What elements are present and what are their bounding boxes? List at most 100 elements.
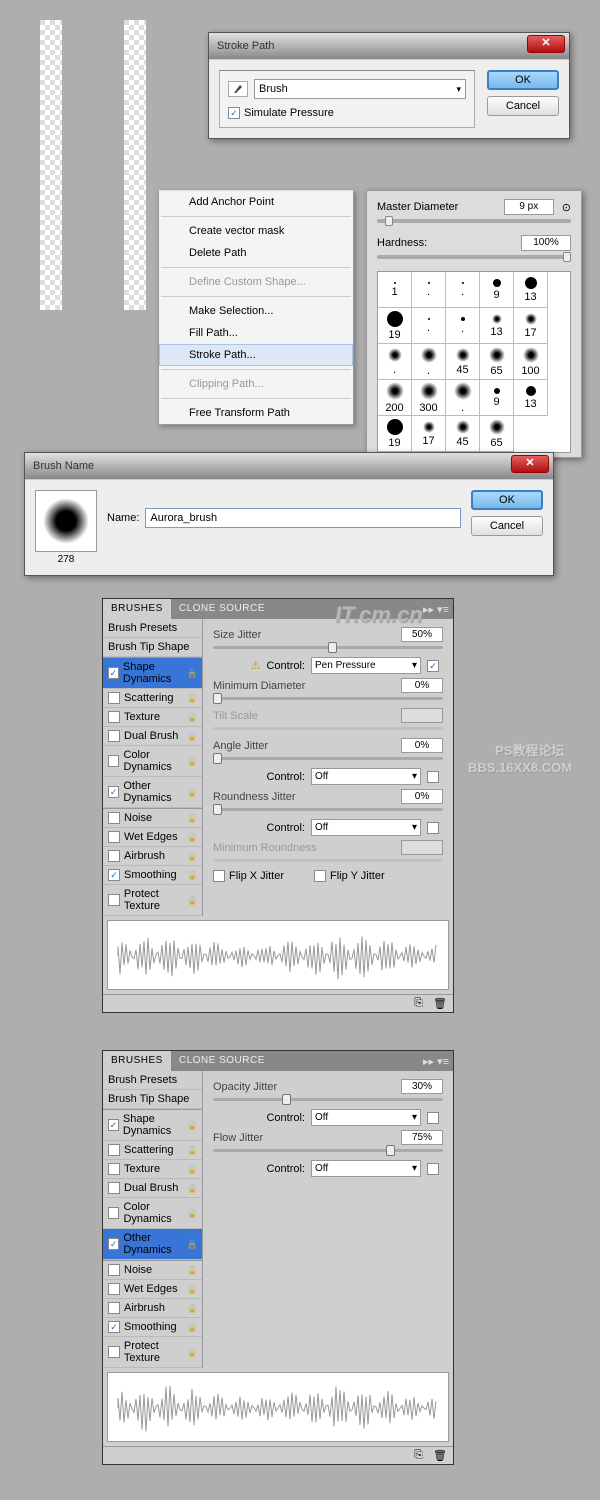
panel-menu-icon[interactable]: ▸▸ ▾≡ bbox=[423, 1055, 453, 1068]
roundness-jitter-input[interactable]: 0% bbox=[401, 789, 443, 804]
brush-option-texture[interactable]: Texture🔒 bbox=[103, 1160, 202, 1179]
brush-option-brush-presets[interactable]: Brush Presets bbox=[103, 1071, 202, 1090]
brush-preset-cell[interactable]: 13 bbox=[514, 380, 548, 416]
brush-option-brush-presets[interactable]: Brush Presets bbox=[103, 619, 202, 638]
cancel-button[interactable]: Cancel bbox=[487, 96, 559, 116]
angle-jitter-slider[interactable] bbox=[213, 757, 443, 760]
brush-option-wet-edges[interactable]: Wet Edges🔒 bbox=[103, 1280, 202, 1299]
brush-preset-cell[interactable]: 19 bbox=[378, 416, 412, 452]
brush-preset-cell[interactable]: 17 bbox=[412, 416, 446, 452]
trash-icon[interactable]: 🗑 bbox=[433, 997, 447, 1010]
close-icon[interactable]: ✕ bbox=[527, 35, 565, 53]
menu-item[interactable]: Create vector mask bbox=[159, 220, 353, 242]
brush-option-airbrush[interactable]: Airbrush🔒 bbox=[103, 1299, 202, 1318]
menu-item[interactable]: Stroke Path... bbox=[159, 344, 353, 366]
control-select[interactable]: Off bbox=[311, 768, 421, 785]
opacity-jitter-input[interactable]: 30% bbox=[401, 1079, 443, 1094]
brush-name-input[interactable]: Aurora_brush bbox=[145, 508, 461, 528]
angle-jitter-input[interactable]: 0% bbox=[401, 738, 443, 753]
brush-option-shape-dynamics[interactable]: ✓Shape Dynamics🔒 bbox=[103, 1110, 202, 1141]
hardness-slider[interactable] bbox=[377, 255, 571, 259]
opacity-jitter-slider[interactable] bbox=[213, 1098, 443, 1101]
size-jitter-slider[interactable] bbox=[213, 646, 443, 649]
flow-jitter-input[interactable]: 75% bbox=[401, 1130, 443, 1145]
brush-option-other-dynamics[interactable]: ✓Other Dynamics🔒 bbox=[103, 1229, 202, 1260]
flip-x-checkbox[interactable]: Flip X Jitter bbox=[213, 870, 284, 882]
brush-preset-cell[interactable]: 9 bbox=[480, 380, 514, 416]
menu-item[interactable]: Delete Path bbox=[159, 242, 353, 264]
master-diameter-input[interactable]: 9 px bbox=[504, 199, 554, 215]
menu-item[interactable]: Fill Path... bbox=[159, 322, 353, 344]
brush-option-dual-brush[interactable]: Dual Brush🔒 bbox=[103, 1179, 202, 1198]
brush-preset-cell[interactable]: . bbox=[446, 272, 480, 308]
roundness-jitter-slider[interactable] bbox=[213, 808, 443, 811]
close-icon[interactable]: ✕ bbox=[511, 455, 549, 473]
control-select[interactable]: Off bbox=[311, 819, 421, 836]
brush-option-wet-edges[interactable]: Wet Edges🔒 bbox=[103, 828, 202, 847]
brush-preset-cell[interactable]: 17 bbox=[514, 308, 548, 344]
brush-preset-cell[interactable]: . bbox=[412, 308, 446, 344]
cancel-button[interactable]: Cancel bbox=[471, 516, 543, 536]
brush-option-brush-tip-shape[interactable]: Brush Tip Shape bbox=[103, 638, 202, 657]
flyout-icon[interactable]: ⊙ bbox=[562, 201, 571, 214]
brush-name-titlebar[interactable]: Brush Name ✕ bbox=[25, 453, 553, 479]
brush-preset-cell[interactable]: . bbox=[412, 272, 446, 308]
brush-preset-cell[interactable]: 65 bbox=[480, 416, 514, 452]
hardness-input[interactable]: 100% bbox=[521, 235, 571, 251]
new-preset-icon[interactable]: ⎘ bbox=[414, 1449, 423, 1462]
size-jitter-input[interactable]: 50% bbox=[401, 627, 443, 642]
panel-menu-icon[interactable]: ▸▸ ▾≡ bbox=[423, 603, 453, 616]
brush-option-color-dynamics[interactable]: Color Dynamics🔒 bbox=[103, 746, 202, 777]
brush-preset-cell[interactable]: 45 bbox=[446, 344, 480, 380]
brush-option-dual-brush[interactable]: Dual Brush🔒 bbox=[103, 727, 202, 746]
brush-option-smoothing[interactable]: ✓Smoothing🔒 bbox=[103, 1318, 202, 1337]
ok-button[interactable]: OK bbox=[487, 70, 559, 90]
brush-option-protect-texture[interactable]: Protect Texture🔒 bbox=[103, 1337, 202, 1368]
min-diameter-input[interactable]: 0% bbox=[401, 678, 443, 693]
brush-option-shape-dynamics[interactable]: ✓Shape Dynamics🔒 bbox=[103, 658, 202, 689]
tab-brushes[interactable]: BRUSHES bbox=[103, 599, 171, 619]
ok-button[interactable]: OK bbox=[471, 490, 543, 510]
brush-preset-cell[interactable]: 45 bbox=[446, 416, 480, 452]
brush-preset-cell[interactable]: . bbox=[378, 344, 412, 380]
brush-option-protect-texture[interactable]: Protect Texture🔒 bbox=[103, 885, 202, 916]
stroke-path-titlebar[interactable]: Stroke Path ✕ bbox=[209, 33, 569, 59]
trash-icon[interactable]: 🗑 bbox=[433, 1449, 447, 1462]
control-select[interactable]: Off bbox=[311, 1109, 421, 1126]
brush-option-scattering[interactable]: Scattering🔒 bbox=[103, 689, 202, 708]
brush-option-brush-tip-shape[interactable]: Brush Tip Shape bbox=[103, 1090, 202, 1109]
flip-y-checkbox[interactable]: Flip Y Jitter bbox=[314, 870, 385, 882]
brush-preset-cell[interactable]: 200 bbox=[378, 380, 412, 416]
brush-preset-cell[interactable]: 1 bbox=[378, 272, 412, 308]
tab-clone-source[interactable]: CLONE SOURCE bbox=[171, 1051, 273, 1071]
brush-option-scattering[interactable]: Scattering🔒 bbox=[103, 1141, 202, 1160]
brush-option-other-dynamics[interactable]: ✓Other Dynamics🔒 bbox=[103, 777, 202, 808]
brush-option-airbrush[interactable]: Airbrush🔒 bbox=[103, 847, 202, 866]
brush-preset-cell[interactable]: . bbox=[446, 308, 480, 344]
new-preset-icon[interactable]: ⎘ bbox=[414, 997, 423, 1010]
diameter-slider[interactable] bbox=[377, 219, 571, 223]
brush-preset-cell[interactable]: . bbox=[412, 344, 446, 380]
brush-preset-cell[interactable]: 9 bbox=[480, 272, 514, 308]
control-select[interactable]: Off bbox=[311, 1160, 421, 1177]
brush-preset-cell[interactable]: . bbox=[446, 380, 480, 416]
menu-item[interactable]: Free Transform Path bbox=[159, 402, 353, 424]
brush-preset-cell[interactable]: 13 bbox=[480, 308, 514, 344]
min-diameter-slider[interactable] bbox=[213, 697, 443, 700]
control-select[interactable]: Pen Pressure bbox=[311, 657, 421, 674]
brush-option-noise[interactable]: Noise🔒 bbox=[103, 1261, 202, 1280]
menu-item[interactable]: Make Selection... bbox=[159, 300, 353, 322]
flow-jitter-slider[interactable] bbox=[213, 1149, 443, 1152]
tab-brushes[interactable]: BRUSHES bbox=[103, 1051, 171, 1071]
brush-option-color-dynamics[interactable]: Color Dynamics🔒 bbox=[103, 1198, 202, 1229]
tab-clone-source[interactable]: CLONE SOURCE bbox=[171, 599, 273, 619]
brush-option-noise[interactable]: Noise🔒 bbox=[103, 809, 202, 828]
brush-preset-cell[interactable]: 100 bbox=[514, 344, 548, 380]
menu-item[interactable]: Add Anchor Point bbox=[159, 191, 353, 213]
brush-option-smoothing[interactable]: ✓Smoothing🔒 bbox=[103, 866, 202, 885]
tool-select[interactable]: Brush bbox=[254, 79, 466, 99]
brush-preset-cell[interactable]: 300 bbox=[412, 380, 446, 416]
simulate-pressure-checkbox[interactable]: ✓Simulate Pressure bbox=[228, 107, 334, 119]
brush-preset-cell[interactable]: 65 bbox=[480, 344, 514, 380]
brush-preset-cell[interactable]: 19 bbox=[378, 308, 412, 344]
